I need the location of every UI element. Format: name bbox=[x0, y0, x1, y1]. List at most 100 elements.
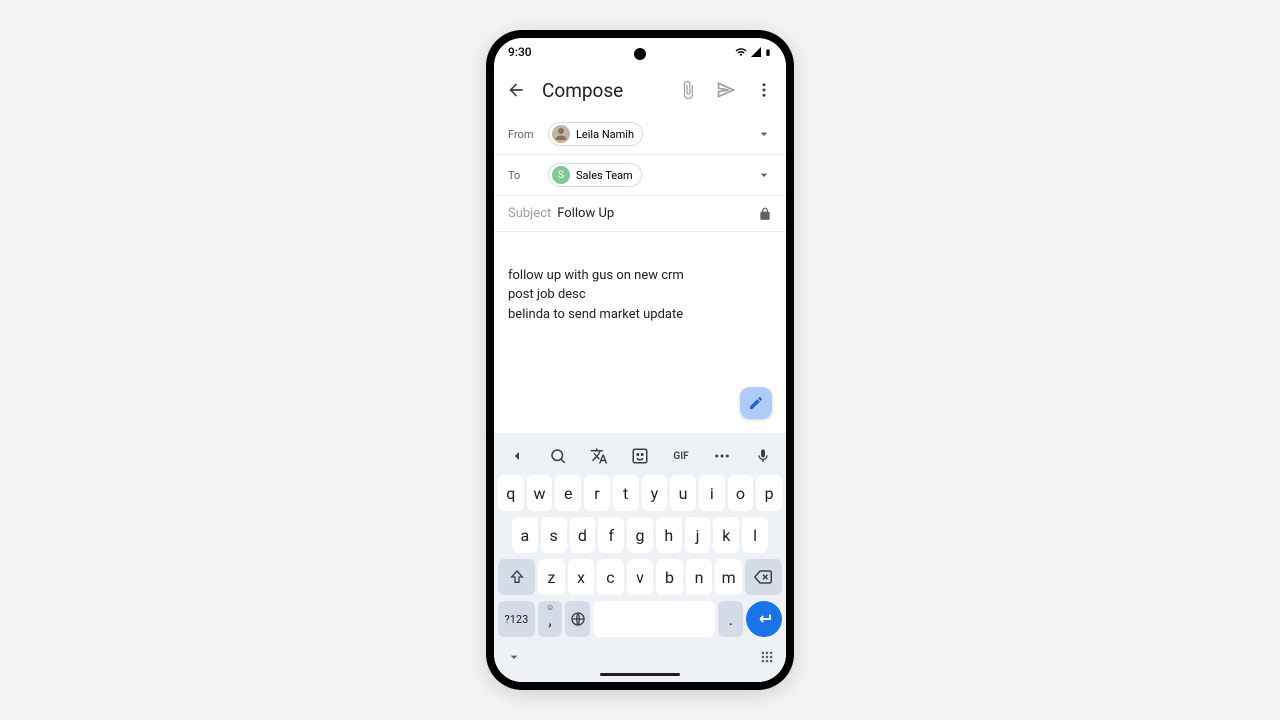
status-icons bbox=[734, 46, 772, 59]
key-w[interactable]: w bbox=[527, 475, 553, 511]
globe-icon bbox=[570, 611, 586, 627]
battery-icon bbox=[764, 46, 772, 59]
emoji-icon: ☺ bbox=[546, 603, 554, 612]
kb-sticker[interactable] bbox=[627, 443, 653, 469]
key-s[interactable]: s bbox=[541, 517, 567, 553]
screen: 9:30 Compose From bbox=[494, 38, 786, 682]
chevron-down-icon bbox=[756, 126, 772, 142]
key-shift[interactable] bbox=[498, 559, 535, 595]
key-z[interactable]: z bbox=[538, 559, 565, 595]
attach-button[interactable] bbox=[676, 78, 700, 102]
key-j[interactable]: j bbox=[685, 517, 711, 553]
key-c[interactable]: c bbox=[597, 559, 624, 595]
send-button[interactable] bbox=[714, 78, 738, 102]
camera-cutout bbox=[634, 48, 646, 60]
subject-label: Subject bbox=[508, 206, 551, 221]
keyboard-toolbar: GIF bbox=[496, 437, 784, 475]
key-a[interactable]: a bbox=[512, 517, 538, 553]
magic-pen-icon bbox=[748, 395, 764, 411]
key-v[interactable]: v bbox=[627, 559, 654, 595]
to-row[interactable]: To S Sales Team bbox=[494, 155, 786, 196]
body-text[interactable]: follow up with gus on new crm post job d… bbox=[508, 268, 684, 322]
expand-to[interactable] bbox=[756, 167, 772, 183]
from-label: From bbox=[508, 128, 548, 141]
keyboard-rows: q w e r t y u i o p a s d f g h bbox=[496, 475, 784, 637]
key-l[interactable]: l bbox=[742, 517, 768, 553]
key-q[interactable]: q bbox=[498, 475, 524, 511]
key-language[interactable] bbox=[565, 601, 590, 637]
from-name: Leila Namih bbox=[576, 128, 634, 141]
kb-row-4: ?123 ☺ , . bbox=[498, 601, 782, 637]
key-b[interactable]: b bbox=[656, 559, 683, 595]
key-e[interactable]: e bbox=[555, 475, 581, 511]
app-bar: Compose bbox=[494, 66, 786, 114]
kb-row-3: z x c v b n m bbox=[498, 559, 782, 595]
back-button[interactable] bbox=[504, 78, 528, 102]
to-label: To bbox=[508, 169, 548, 182]
enter-icon bbox=[755, 610, 773, 628]
expand-from[interactable] bbox=[756, 126, 772, 142]
key-r[interactable]: r bbox=[584, 475, 610, 511]
key-k[interactable]: k bbox=[713, 517, 739, 553]
key-y[interactable]: y bbox=[642, 475, 668, 511]
search-icon bbox=[549, 447, 567, 465]
from-chip[interactable]: Leila Namih bbox=[548, 122, 643, 146]
kb-mic[interactable] bbox=[750, 443, 776, 469]
kb-more[interactable] bbox=[709, 443, 735, 469]
to-name: Sales Team bbox=[576, 169, 633, 182]
key-comma[interactable]: ☺ , bbox=[538, 601, 563, 637]
key-u[interactable]: u bbox=[670, 475, 696, 511]
signal-icon bbox=[750, 46, 762, 58]
kb-translate[interactable] bbox=[586, 443, 612, 469]
chevron-down-icon[interactable] bbox=[506, 649, 522, 665]
key-x[interactable]: x bbox=[568, 559, 595, 595]
key-d[interactable]: d bbox=[570, 517, 596, 553]
kb-back[interactable] bbox=[504, 443, 530, 469]
arrow-back-icon bbox=[506, 80, 526, 100]
key-f[interactable]: f bbox=[598, 517, 624, 553]
key-h[interactable]: h bbox=[656, 517, 682, 553]
key-space[interactable] bbox=[593, 601, 716, 637]
more-vert-icon bbox=[755, 81, 773, 99]
mic-icon bbox=[755, 448, 771, 464]
key-enter[interactable] bbox=[746, 601, 782, 637]
avatar bbox=[552, 125, 570, 143]
subject-input[interactable]: Follow Up bbox=[557, 206, 758, 221]
key-period[interactable]: . bbox=[718, 601, 743, 637]
from-row[interactable]: From Leila Namih bbox=[494, 114, 786, 155]
key-t[interactable]: t bbox=[613, 475, 639, 511]
smart-compose-button[interactable] bbox=[740, 387, 772, 419]
kb-row-2: a s d f g h j k l bbox=[498, 517, 782, 553]
subject-row[interactable]: Subject Follow Up bbox=[494, 196, 786, 232]
key-o[interactable]: o bbox=[728, 475, 754, 511]
lock-icon bbox=[758, 207, 772, 221]
chevron-down-icon bbox=[756, 167, 772, 183]
key-p[interactable]: p bbox=[756, 475, 782, 511]
keyboard-grid-icon[interactable] bbox=[760, 650, 774, 664]
sticker-icon bbox=[631, 447, 649, 465]
attachment-icon bbox=[678, 80, 698, 100]
avatar: S bbox=[552, 166, 570, 184]
email-body[interactable]: follow up with gus on new crm post job d… bbox=[494, 232, 786, 433]
translate-icon bbox=[590, 447, 608, 465]
key-m[interactable]: m bbox=[715, 559, 742, 595]
key-numbers[interactable]: ?123 bbox=[498, 601, 535, 637]
backspace-icon bbox=[754, 568, 772, 586]
kb-row-1: q w e r t y u i o p bbox=[498, 475, 782, 511]
key-g[interactable]: g bbox=[627, 517, 653, 553]
page-title: Compose bbox=[542, 79, 662, 102]
kb-gif[interactable]: GIF bbox=[668, 443, 694, 469]
to-chip[interactable]: S Sales Team bbox=[548, 163, 642, 187]
nav-pill[interactable] bbox=[600, 673, 680, 676]
shift-icon bbox=[509, 569, 525, 585]
more-button[interactable] bbox=[752, 78, 776, 102]
key-i[interactable]: i bbox=[699, 475, 725, 511]
keyboard-bottom bbox=[496, 643, 784, 667]
clock: 9:30 bbox=[508, 45, 532, 59]
key-backspace[interactable] bbox=[745, 559, 782, 595]
phone-frame: 9:30 Compose From bbox=[486, 30, 794, 690]
kb-search[interactable] bbox=[545, 443, 571, 469]
wifi-icon bbox=[734, 46, 748, 58]
send-icon bbox=[716, 80, 736, 100]
key-n[interactable]: n bbox=[686, 559, 713, 595]
